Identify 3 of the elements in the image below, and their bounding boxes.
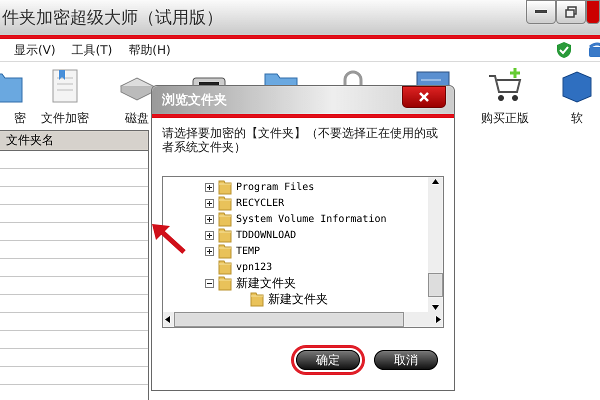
dialog-message: 请选择要加密的【文件夹】（不要选择正在使用的或者系统文件夹） [162, 126, 439, 154]
window-title: 件夹加密超级大师（试用版） [2, 7, 224, 29]
dialog-title: 浏览文件夹 [162, 92, 228, 109]
